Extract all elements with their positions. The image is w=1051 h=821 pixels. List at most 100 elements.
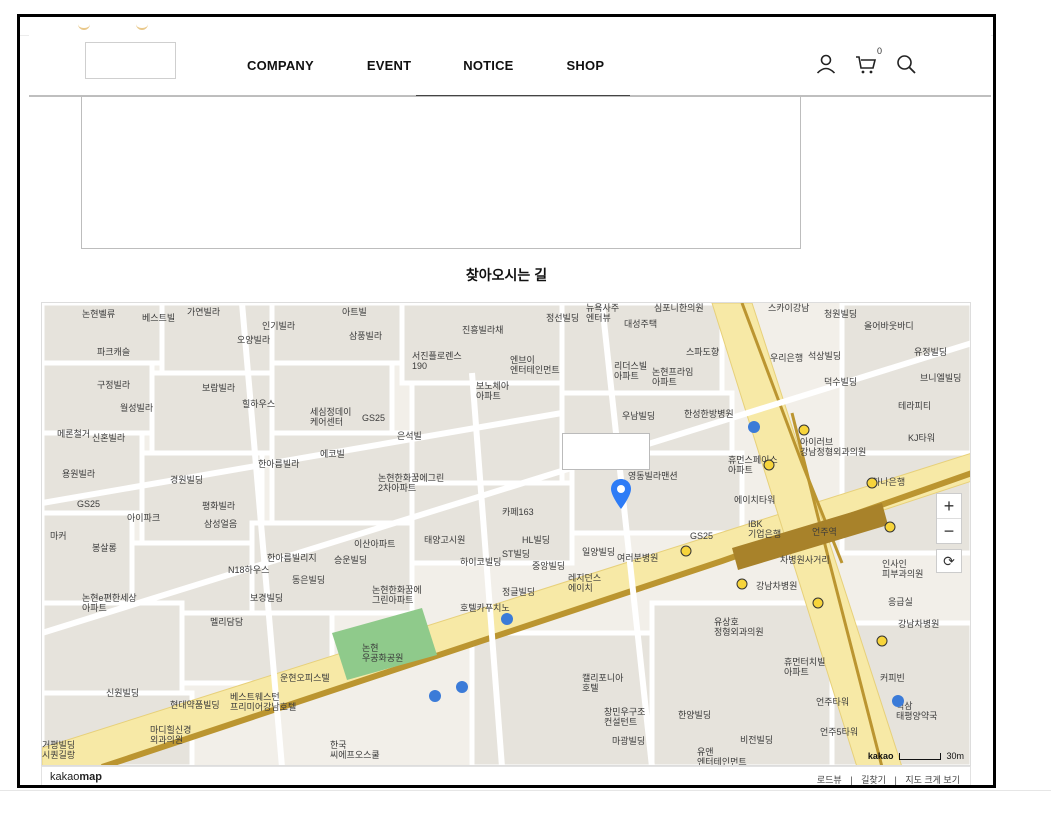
map-label: 한아름빌라 <box>258 459 300 469</box>
map-label: 태양고시원 <box>424 535 465 545</box>
map-label: 아트빌 <box>342 307 367 317</box>
site-logo[interactable] <box>85 42 176 79</box>
map-label: 한아름빌리지 <box>267 553 317 563</box>
map-label: 한양빌딩 <box>678 710 711 720</box>
nav-company[interactable]: COMPANY <box>247 58 314 73</box>
map-label: 대성주택 <box>624 319 657 329</box>
scale-brand: kakao <box>867 751 894 761</box>
map-label: HL빌딩 <box>522 535 550 545</box>
map-reset-button[interactable]: ⟳ <box>936 549 962 573</box>
site-header: COMPANY EVENT NOTICE SHOP 0 <box>29 35 991 97</box>
zoom-out-button[interactable]: − <box>937 519 961 543</box>
map-label: 일양빌딩 <box>582 547 615 557</box>
map-label: 우남빌딩 <box>622 411 655 421</box>
map-label: KJ타워 <box>908 433 935 443</box>
map-label: 호텔카푸치노 <box>460 602 510 613</box>
map-label: 삼성얼음 <box>204 519 237 529</box>
map-label: 정선빌딩 <box>546 313 579 323</box>
map-label: 하이코빌딩 <box>460 557 501 567</box>
map-label: 현대약품빌딩 <box>170 699 220 710</box>
map-label: 마광빌딩 <box>612 735 645 746</box>
map-label: 오양빌라 <box>237 335 271 345</box>
map-label: 봉살롱 <box>92 543 117 553</box>
map-label: 영동빌라맨션 <box>628 471 678 481</box>
roadview-link[interactable]: 로드뷰 <box>817 775 842 785</box>
map-label: 베스트빌 <box>142 313 175 323</box>
nav-shop[interactable]: SHOP <box>567 58 605 73</box>
map-label: 신원빌딩 <box>106 688 139 698</box>
map-label: 언주타워 <box>816 696 849 707</box>
kakaomap-logo[interactable]: kakaomap <box>50 771 102 783</box>
map-label: 메론철거 <box>57 429 90 439</box>
map-label: 우리은행 <box>770 352 803 363</box>
scale-label: 30m <box>946 751 964 761</box>
map-label: 인사인 피부과의원 <box>882 559 923 579</box>
top-strip <box>20 17 993 48</box>
large-map-link[interactable]: 지도 크게 보기 <box>905 775 960 785</box>
kakaomap-logo-prefix: kakao <box>50 771 80 783</box>
map-label: 강남차병원 <box>898 618 939 629</box>
map-label: 한국 씨에프오스쿨 <box>330 740 380 760</box>
map-label: 보경빌딩 <box>250 592 283 603</box>
map-label: 신혼빌라 <box>92 432 126 443</box>
map-label: 카페163 <box>502 507 534 517</box>
map-info-window <box>562 433 650 470</box>
map-label: 구정빌라 <box>97 380 131 390</box>
map-label: 논현벨류 <box>82 309 115 319</box>
map-label: GS25 <box>362 413 385 423</box>
map-label: 동은빌딩 <box>292 575 325 585</box>
map-label: 브니엘빌딩 <box>920 373 961 383</box>
map-label: 아이파크 <box>127 513 160 523</box>
map-label: 언주5타워 <box>820 726 858 737</box>
map-label: 스파도향 <box>686 346 719 357</box>
map-label: 평화빌라 <box>202 501 236 511</box>
map-label: 스카이강남 <box>768 303 809 313</box>
directions-link[interactable]: 길찾기 <box>861 775 886 785</box>
kakaomap-logo-suffix: map <box>79 771 102 783</box>
kakao-map[interactable]: 논현벨류 베스트빌 가연빌라 인기빌라 아트빌 삼풍빌라 오양빌라 파크캐슬 구… <box>41 302 971 766</box>
map-canvas[interactable]: 논현벨류 베스트빌 가연빌라 인기빌라 아트빌 삼풍빌라 오양빌라 파크캐슬 구… <box>42 303 971 766</box>
cart-icon[interactable]: 0 <box>854 46 882 76</box>
map-footer-links: 로드뷰 | 길찾기 | 지도 크게 보기 <box>816 775 960 785</box>
map-label: 월성빌라 <box>120 402 154 413</box>
map-label: 경원빌딩 <box>170 474 203 485</box>
map-label: 보람빌라 <box>202 382 236 393</box>
header-icons: 0 <box>814 46 934 79</box>
map-label: 인기빌라 <box>262 321 296 331</box>
page-frame: COMPANY EVENT NOTICE SHOP 0 찾아오시는 길 논현벨류… <box>17 14 996 788</box>
map-label: 에코빌 <box>320 449 345 459</box>
main-nav: COMPANY EVENT NOTICE SHOP <box>247 35 654 95</box>
map-label: N18하우스 <box>228 565 269 575</box>
map-label: 심포니한의원 <box>654 303 704 313</box>
map-label: 진흥빌라채 <box>462 324 503 335</box>
nav-notice[interactable]: NOTICE <box>463 58 513 73</box>
content-image-placeholder <box>81 96 801 249</box>
bottom-bar <box>0 790 1051 821</box>
map-scale: kakao 30m <box>868 751 964 761</box>
map-label: 승운빌딩 <box>334 555 367 565</box>
top-decoration <box>78 17 238 48</box>
user-icon[interactable] <box>814 52 838 76</box>
map-label: 파크캐슬 <box>97 347 130 357</box>
map-label: GS25 <box>77 499 100 509</box>
map-label: 멜리담담 <box>210 616 243 627</box>
map-label: 응급실 <box>888 597 913 607</box>
cart-count-badge: 0 <box>876 46 882 56</box>
map-label: 거평빌딩 시퀀길랑 <box>42 740 75 760</box>
map-label: 삼풍빌라 <box>349 331 383 341</box>
zoom-control: + − <box>936 493 962 544</box>
map-label: 정글빌딩 <box>502 587 535 597</box>
map-label: 한성한방병원 <box>684 409 734 419</box>
map-label: 여러분병원 <box>617 552 658 563</box>
map-label: 비전빌딩 <box>740 735 773 745</box>
map-label: 중앙빌딩 <box>532 560 565 571</box>
map-label: 은석빌 <box>397 431 422 441</box>
nav-event[interactable]: EVENT <box>367 58 411 73</box>
search-icon[interactable] <box>894 52 918 76</box>
map-label: 차병원사거리 <box>780 554 830 565</box>
zoom-in-button[interactable]: + <box>937 494 961 519</box>
map-label: 커피빈 <box>880 673 905 683</box>
map-label: 강남차병원 <box>756 580 797 591</box>
map-label: 운현오피스텔 <box>280 672 330 683</box>
map-label: 언주역 <box>812 526 837 537</box>
